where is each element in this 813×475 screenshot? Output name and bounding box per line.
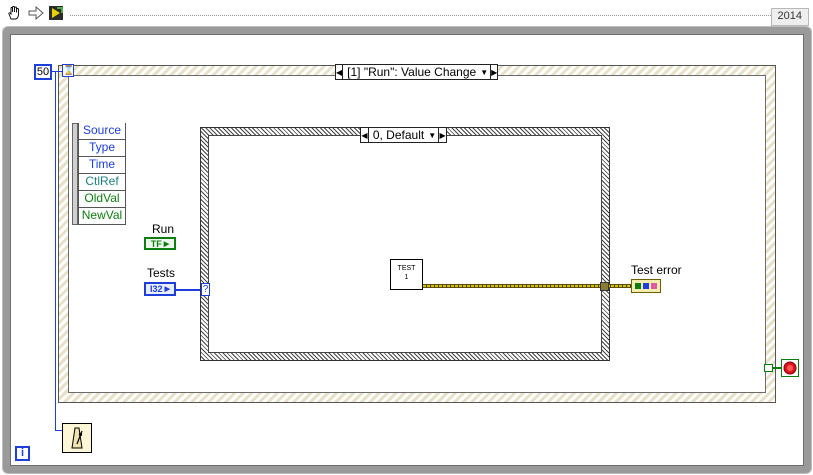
event-data-time[interactable]: Time <box>78 157 126 174</box>
toolbar-separator <box>70 15 775 16</box>
test-error-label: Test error <box>631 263 682 277</box>
timeout-terminal-icon[interactable]: ⌛ <box>62 64 74 77</box>
run-type-label: TF <box>150 238 162 249</box>
tests-type-label: I32 <box>150 284 163 294</box>
event-data-source[interactable]: Source <box>78 123 126 140</box>
case-dropdown-icon[interactable]: ▼ <box>428 131 438 140</box>
tests-wire <box>176 289 203 291</box>
lv-version-badge: 2014 <box>770 8 809 26</box>
test-error-indicator[interactable] <box>631 279 661 293</box>
event-data-node-handle[interactable] <box>72 123 78 225</box>
wait-ms-node[interactable] <box>62 423 92 453</box>
wait-wire <box>55 71 56 431</box>
hand-tool-icon <box>8 6 19 20</box>
tests-label: Tests <box>147 266 176 280</box>
stop-sign-icon <box>783 361 797 375</box>
case-decrement-icon[interactable]: ◀ <box>361 128 369 142</box>
tests-terminal-arrow-icon: ▶ <box>164 286 170 293</box>
stop-condition-terminal[interactable] <box>781 359 799 377</box>
test-subvi-icon[interactable]: TEST 1 <box>390 259 423 290</box>
event-case-label: [1] "Run": Value Change <box>347 65 477 79</box>
event-data-ctlref[interactable]: CtlRef <box>78 174 126 191</box>
event-data-node[interactable]: Source Type Time CtlRef OldVal NewVal <box>72 123 126 225</box>
run-highlight-icon <box>49 6 63 20</box>
tests-terminal[interactable]: I32 ▶ <box>144 282 176 296</box>
test-subvi-label-line1: TEST <box>397 265 416 272</box>
case-selector[interactable]: ◀ 0, Default ▼ ▶ <box>360 127 447 143</box>
case-increment-icon[interactable]: ▶ <box>438 128 446 142</box>
event-case-selector[interactable]: ◀ [1] "Run": Value Change ▼ ▶ <box>335 64 498 80</box>
test-subvi-label-line2: 1 <box>404 274 409 281</box>
case-structure-frame[interactable] <box>200 127 610 361</box>
case-selector-terminal[interactable]: ? <box>201 283 210 296</box>
selector-decrement-icon[interactable]: ◀ <box>336 65 344 79</box>
arrow-tool-icon <box>28 6 44 20</box>
event-data-type[interactable]: Type <box>78 140 126 157</box>
error-cluster-icon <box>635 283 657 289</box>
event-data-newval[interactable]: NewVal <box>78 208 126 225</box>
run-terminal-arrow-icon: ▶ <box>163 240 170 248</box>
arrow-tool-button[interactable] <box>26 3 46 23</box>
timeout-constant[interactable]: 50 <box>34 64 52 80</box>
error-wire-tunnel <box>600 282 609 291</box>
hand-tool-button[interactable] <box>3 3 25 23</box>
timeout-wire <box>52 71 62 72</box>
case-label: 0, Default <box>372 128 425 142</box>
case-structure-diagram <box>208 135 602 353</box>
iteration-terminal[interactable]: i <box>15 446 30 461</box>
metronome-icon <box>71 427 83 449</box>
run-highlight-button[interactable] <box>46 3 66 23</box>
stop-wire <box>773 367 781 369</box>
selector-increment-icon[interactable]: ▶ <box>490 65 497 79</box>
event-data-oldval[interactable]: OldVal <box>78 191 126 208</box>
run-terminal[interactable]: TF ▶ <box>144 237 176 250</box>
run-label: Run <box>152 222 175 236</box>
selector-dropdown-icon[interactable]: ▼ <box>480 68 490 77</box>
stop-tunnel <box>764 364 773 372</box>
